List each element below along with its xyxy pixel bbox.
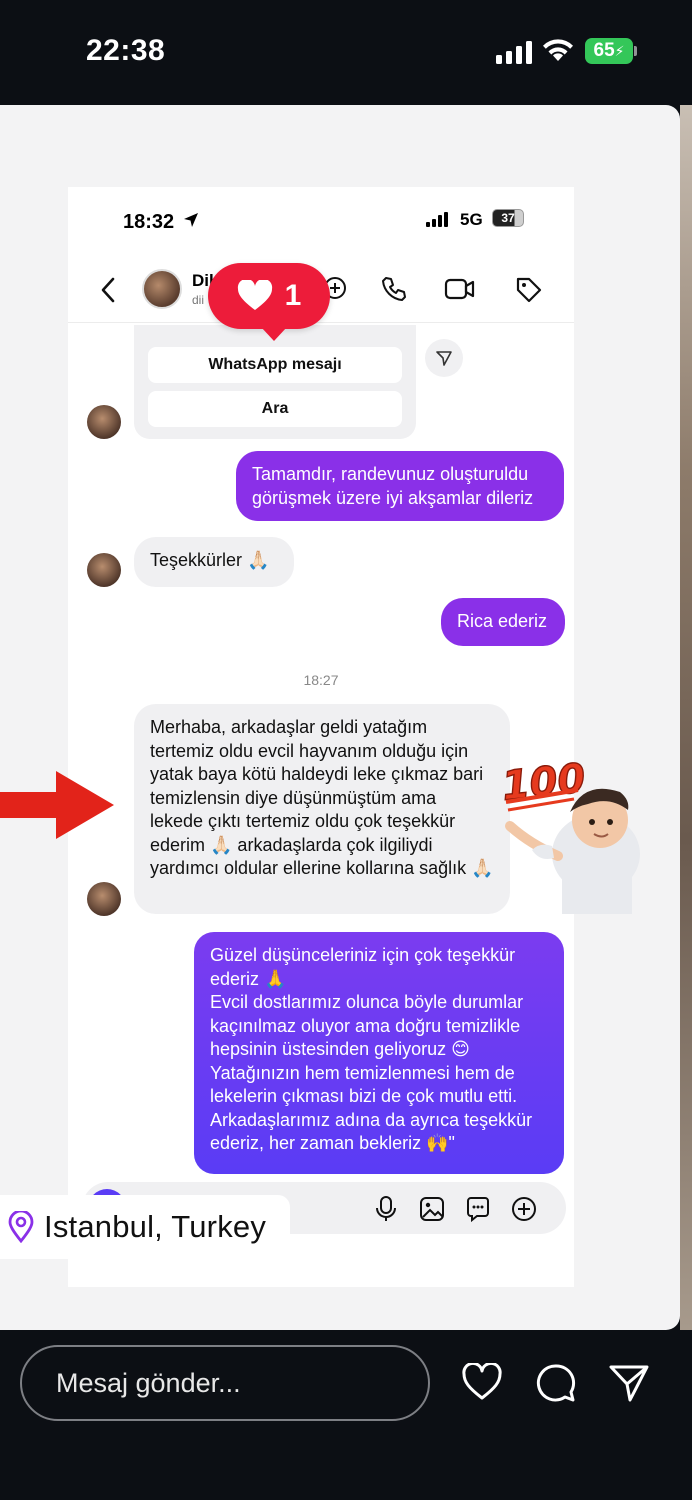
location-arrow-icon: [184, 213, 198, 227]
share-button[interactable]: [425, 339, 463, 377]
message-paragraph: Evcil dostlarımız olunca böyle durumlar …: [210, 992, 524, 1059]
inner-battery: 37: [492, 209, 524, 227]
whatsapp-message-button[interactable]: WhatsApp mesajı: [148, 347, 402, 383]
inner-status-bar: 18:32 5G 37: [68, 187, 574, 247]
battery-level: 65: [593, 40, 615, 61]
video-icon[interactable]: [444, 275, 476, 303]
location-pin-icon: [8, 1211, 34, 1243]
outgoing-message[interactable]: Rica ederiz: [441, 598, 565, 646]
status-time: 22:38: [86, 34, 166, 67]
inner-status-time: 18:32: [123, 211, 175, 233]
battery-indicator: 65 ⚡: [585, 38, 633, 64]
story-reply-bar: Mesaj gönder...: [0, 1330, 692, 1500]
sender-avatar[interactable]: [87, 553, 121, 587]
sticker-icon[interactable]: [464, 1195, 492, 1223]
message-paragraph: Güzel düşünceleriniz için çok teşekkür e…: [210, 945, 516, 989]
red-arrow-annotation: [0, 771, 114, 839]
heart-icon[interactable]: [461, 1363, 503, 1401]
send-icon: [436, 351, 452, 366]
outer-status-bar: 22:38 65 ⚡: [0, 0, 692, 105]
tag-icon[interactable]: [514, 275, 544, 305]
comment-icon[interactable]: [535, 1363, 577, 1403]
heart-icon: [237, 280, 272, 310]
outgoing-message[interactable]: Tamamdır, randevunuz oluşturuldu görüşme…: [236, 451, 564, 521]
inner-network: 5G: [460, 210, 483, 229]
cellular-signal-icon: [496, 40, 532, 64]
sender-avatar[interactable]: [87, 405, 121, 439]
message-paragraph: Yatağınızın hem temizlenmesi hem de leke…: [210, 1062, 518, 1107]
like-count: 1: [284, 279, 302, 312]
mic-icon[interactable]: [374, 1195, 398, 1223]
inner-screenshot: 18:32 5G 37 Dil dii WhatsApp mesajı Ara: [68, 187, 640, 1287]
message-input[interactable]: Mesaj gönder...: [20, 1345, 430, 1421]
phone-icon[interactable]: [380, 275, 408, 303]
inner-signal-icon: [426, 211, 450, 227]
call-button[interactable]: Ara: [148, 391, 402, 427]
incoming-message[interactable]: Merhaba, arkadaşlar geldi yatağım tertem…: [134, 704, 510, 914]
next-story-preview[interactable]: [680, 105, 692, 1330]
location-label: Istanbul, Turkey: [44, 1209, 267, 1244]
message-timestamp: 18:27: [303, 672, 339, 688]
location-sticker[interactable]: Istanbul, Turkey: [0, 1195, 290, 1259]
battery-tip: [634, 46, 637, 56]
contact-avatar[interactable]: [142, 269, 182, 309]
story-card: 18:32 5G 37 Dil dii WhatsApp mesajı Ara: [0, 105, 680, 1330]
back-icon[interactable]: [98, 275, 118, 305]
hundred-emoji-sticker: 100: [500, 755, 640, 914]
like-badge[interactable]: 1: [208, 263, 330, 341]
contact-username: dii: [192, 293, 205, 307]
sender-avatar[interactable]: [87, 882, 121, 916]
gallery-icon[interactable]: [418, 1195, 446, 1223]
send-icon[interactable]: [608, 1363, 650, 1403]
message-paragraph: Arkadaşlarımız adına da ayrıca teşekkür …: [210, 1109, 533, 1154]
plus-icon[interactable]: [510, 1195, 538, 1223]
outgoing-message[interactable]: Güzel düşünceleriniz için çok teşekkür e…: [194, 932, 564, 1174]
contact-action-card: WhatsApp mesajı Ara: [134, 325, 416, 439]
incoming-message[interactable]: Teşekkürler 🙏🏻: [134, 537, 294, 587]
wifi-icon: [543, 39, 573, 61]
